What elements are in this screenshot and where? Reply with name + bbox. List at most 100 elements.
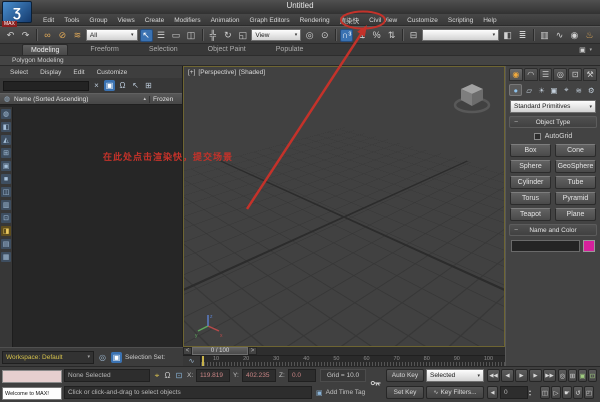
tab-selection[interactable]: Selection: [141, 44, 186, 55]
current-frame-field[interactable]: 0: [500, 386, 528, 399]
name-and-color-rollout[interactable]: − Name and Color: [509, 224, 597, 236]
zoom-extents-all-icon[interactable]: ⊡: [588, 369, 597, 382]
box-button[interactable]: Box: [510, 144, 551, 157]
key-filter-scope-dropdown[interactable]: Selected ▾: [426, 369, 484, 382]
time-slider-thumb[interactable]: 0 / 100: [192, 347, 248, 355]
ribbon-collapse-icon[interactable]: ▾: [589, 47, 592, 53]
spinner-snap-icon[interactable]: ⇅: [385, 29, 398, 42]
undo-button[interactable]: ↶: [4, 29, 17, 42]
curve-editor-icon[interactable]: ∿: [553, 29, 566, 42]
menu-create[interactable]: Create: [140, 17, 170, 24]
time-slider-track[interactable]: < 0 / 100 >: [183, 347, 505, 356]
select-and-scale-icon[interactable]: ◱: [236, 29, 249, 42]
explorer-search-input[interactable]: [3, 80, 89, 91]
plane-button[interactable]: Plane: [555, 208, 596, 221]
add-time-tag[interactable]: ▣ Add Time Tag: [316, 386, 365, 399]
zoom-all-icon[interactable]: ⊞: [568, 369, 577, 382]
menu-modifiers[interactable]: Modifiers: [169, 17, 205, 24]
menu-edit[interactable]: Edit: [38, 17, 59, 24]
clear-search-icon[interactable]: ×: [91, 80, 102, 91]
isolate-selection-icon[interactable]: ◎: [97, 352, 108, 363]
shapes-category-icon[interactable]: ▱: [523, 84, 534, 96]
previous-frame-arrow[interactable]: <: [183, 347, 192, 355]
sphere-button[interactable]: Sphere: [510, 160, 551, 173]
track-bar-ruler[interactable]: 10 20 30 40 50 60 70 80 90 100: [201, 356, 505, 366]
menu-rendering[interactable]: Rendering: [295, 17, 335, 24]
zoom-region-icon[interactable]: ▷: [551, 386, 561, 399]
object-name-field[interactable]: [511, 240, 580, 252]
menu-views[interactable]: Views: [112, 17, 139, 24]
geometry-category-icon[interactable]: ●: [509, 84, 523, 96]
geosphere-button[interactable]: GeoSphere: [555, 160, 596, 173]
explorer-menu-select[interactable]: Select: [4, 69, 34, 76]
select-and-manipulate-icon[interactable]: ⊙: [318, 29, 331, 42]
layer-manager-icon[interactable]: ▥: [538, 29, 551, 42]
select-by-name-icon[interactable]: ☰: [155, 29, 168, 42]
explorer-tool-cameras-icon[interactable]: ▣: [1, 161, 11, 171]
explorer-tool-groups-icon[interactable]: ▥: [1, 200, 11, 210]
select-and-rotate-icon[interactable]: ↻: [221, 29, 234, 42]
hierarchy-tab-icon[interactable]: ☰: [538, 68, 553, 81]
menu-scripting[interactable]: Scripting: [443, 17, 478, 24]
viewport-menu-shading[interactable]: [Shaded]: [239, 69, 265, 76]
explorer-tool-spacewarps-icon[interactable]: ◫: [1, 187, 11, 197]
absolute-mode-icon[interactable]: ⊡: [173, 369, 185, 382]
polygon-modeling-panel-label[interactable]: Polygon Modeling: [12, 57, 64, 64]
cameras-category-icon[interactable]: ▣: [548, 84, 559, 96]
next-frame-arrow[interactable]: >: [248, 347, 257, 355]
explorer-tool-helpers-icon[interactable]: ■: [1, 174, 11, 184]
bind-to-space-warp-icon[interactable]: ≋: [71, 29, 84, 42]
mini-curve-editor-icon[interactable]: ∿: [183, 356, 201, 366]
rectangular-selection-region-icon[interactable]: ▭: [170, 29, 183, 42]
named-sets-dropdown[interactable]: ▾: [422, 29, 500, 41]
explorer-tool-bones-icon[interactable]: ◨: [1, 226, 11, 236]
application-menu-button[interactable]: Ʒ: [2, 1, 32, 23]
torus-button[interactable]: Torus: [510, 192, 551, 205]
explorer-menu-display[interactable]: Display: [34, 69, 67, 76]
menu-customize[interactable]: Customize: [402, 17, 443, 24]
cone-button[interactable]: Cone: [555, 144, 596, 157]
explorer-tool-sort-icon[interactable]: ◍: [1, 109, 11, 119]
selection-lock-icon[interactable]: Ω: [163, 369, 172, 382]
menu-graph-editors[interactable]: Graph Editors: [245, 17, 295, 24]
percent-snap-icon[interactable]: %: [370, 29, 383, 42]
key-filters-button[interactable]: ∿ Key Filters...: [426, 386, 484, 399]
frame-spinner[interactable]: ▴ ▾: [529, 386, 531, 399]
next-frame-button[interactable]: ▶: [529, 369, 542, 382]
explorer-tool-shapes-icon[interactable]: ◭: [1, 135, 11, 145]
cylinder-button[interactable]: Cylinder: [510, 176, 551, 189]
frozen-column-header[interactable]: Frozen: [149, 95, 182, 103]
reference-coordinate-dropdown[interactable]: View ▾: [251, 29, 302, 41]
name-column-header[interactable]: Name (Sorted Ascending): [14, 96, 143, 103]
y-coordinate-field[interactable]: 402.235: [242, 369, 276, 382]
use-pivot-center-icon[interactable]: ◎: [303, 29, 316, 42]
selection-filter-dropdown[interactable]: All ▾: [85, 29, 138, 41]
display-mode-icon[interactable]: ▣: [104, 80, 115, 91]
x-coordinate-field[interactable]: 119.819: [196, 369, 230, 382]
material-editor-icon[interactable]: ◉: [568, 29, 581, 42]
pick-cursor-icon[interactable]: ↖: [130, 80, 141, 91]
visibility-column-icon[interactable]: ◍: [0, 95, 14, 103]
snaps-toggle-icon[interactable]: ∩³: [340, 28, 354, 42]
z-coordinate-field[interactable]: 0.0: [288, 369, 316, 382]
previous-key-button[interactable]: ◀: [487, 386, 498, 399]
zoom-tool-icon[interactable]: ◎: [558, 369, 567, 382]
spacewarps-category-icon[interactable]: ≋: [573, 84, 584, 96]
menu-group[interactable]: Group: [84, 17, 112, 24]
tab-modeling[interactable]: Modeling: [22, 44, 69, 55]
explorer-menu-customize[interactable]: Customize: [91, 69, 134, 76]
modify-tab-icon[interactable]: ◠: [523, 68, 538, 81]
isolate-pin-icon[interactable]: ⌖: [152, 369, 162, 382]
menu-tools[interactable]: Tools: [59, 17, 84, 24]
explorer-tool-geometry-icon[interactable]: ◧: [1, 122, 11, 132]
menu-civil-view[interactable]: Civil View: [364, 17, 402, 24]
systems-category-icon[interactable]: ⚙: [586, 84, 597, 96]
select-children-icon[interactable]: ⊞: [143, 80, 154, 91]
explorer-tool-xrefs-icon[interactable]: ⊡: [1, 213, 11, 223]
tube-button[interactable]: Tube: [555, 176, 596, 189]
selection-lock-grid-icon[interactable]: ▣: [111, 351, 122, 363]
align-icon[interactable]: ≣: [516, 29, 529, 42]
tab-freeform[interactable]: Freeform: [82, 44, 126, 55]
tab-populate[interactable]: Populate: [268, 44, 312, 55]
explorer-menu-edit[interactable]: Edit: [67, 69, 90, 76]
